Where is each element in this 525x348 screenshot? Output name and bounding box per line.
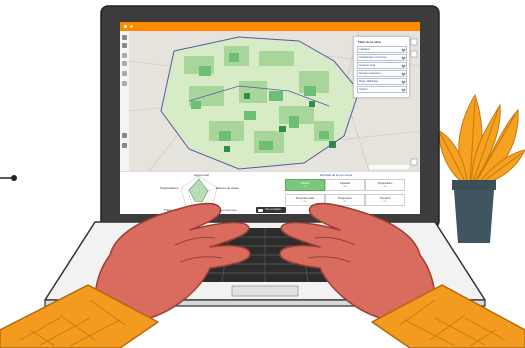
hands-illustration (0, 202, 525, 348)
